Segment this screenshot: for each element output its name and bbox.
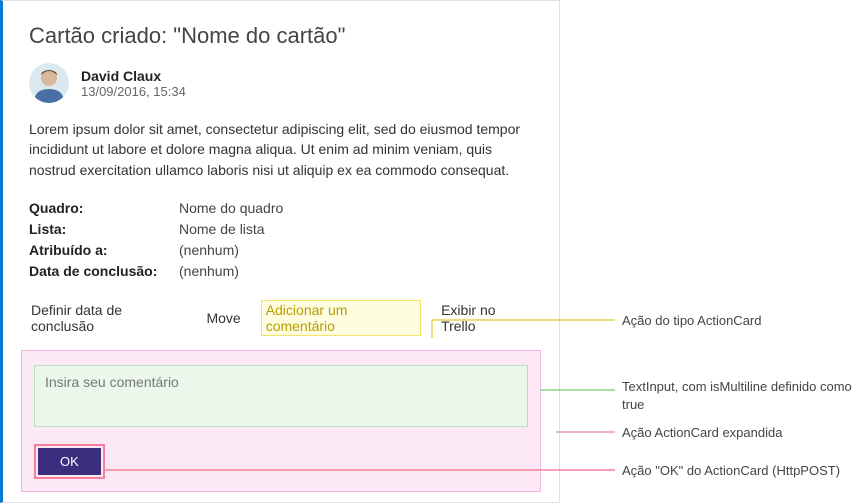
meta-value: (nenhum) bbox=[179, 240, 239, 261]
callout-actioncard-type: Ação do tipo ActionCard bbox=[622, 312, 852, 330]
meta-label: Data de conclusão: bbox=[29, 261, 179, 282]
meta-row: Atribuído a: (nenhum) bbox=[29, 240, 533, 261]
meta-row: Data de conclusão: (nenhum) bbox=[29, 261, 533, 282]
author-name: David Claux bbox=[81, 68, 186, 84]
ok-button[interactable]: OK bbox=[38, 448, 101, 475]
action-add-comment[interactable]: Adicionar um comentário bbox=[261, 300, 421, 336]
actions-row: Definir data de conclusão Move Adicionar… bbox=[29, 300, 533, 336]
meta-value: Nome do quadro bbox=[179, 198, 283, 219]
message-card: Cartão criado: "Nome do cartão" David Cl… bbox=[0, 0, 560, 503]
author-block: David Claux 13/09/2016, 15:34 bbox=[81, 68, 186, 99]
meta-value: (nenhum) bbox=[179, 261, 239, 282]
actioncard-expanded-panel: OK bbox=[21, 350, 541, 492]
callout-expanded: Ação ActionCard expandida bbox=[622, 424, 852, 442]
meta-row: Lista: Nome de lista bbox=[29, 219, 533, 240]
callout-ok-action: Ação "OK" do ActionCard (HttpPOST) bbox=[622, 462, 852, 480]
card-title: Cartão criado: "Nome do cartão" bbox=[29, 23, 533, 49]
card-body: Lorem ipsum dolor sit amet, consectetur … bbox=[29, 119, 533, 180]
comment-input[interactable] bbox=[34, 365, 528, 427]
callout-textinput: TextInput, com isMultiline definido como… bbox=[622, 378, 852, 413]
action-view-in-trello[interactable]: Exibir no Trello bbox=[439, 300, 533, 336]
avatar bbox=[29, 63, 69, 103]
author-row: David Claux 13/09/2016, 15:34 bbox=[29, 63, 533, 103]
meta-label: Atribuído a: bbox=[29, 240, 179, 261]
author-date: 13/09/2016, 15:34 bbox=[81, 84, 186, 99]
meta-label: Quadro: bbox=[29, 198, 179, 219]
meta-table: Quadro: Nome do quadro Lista: Nome de li… bbox=[29, 198, 533, 282]
meta-value: Nome de lista bbox=[179, 219, 265, 240]
meta-label: Lista: bbox=[29, 219, 179, 240]
meta-row: Quadro: Nome do quadro bbox=[29, 198, 533, 219]
action-set-due-date[interactable]: Definir data de conclusão bbox=[29, 300, 186, 336]
action-move[interactable]: Move bbox=[204, 308, 242, 328]
ok-button-frame: OK bbox=[34, 444, 105, 479]
